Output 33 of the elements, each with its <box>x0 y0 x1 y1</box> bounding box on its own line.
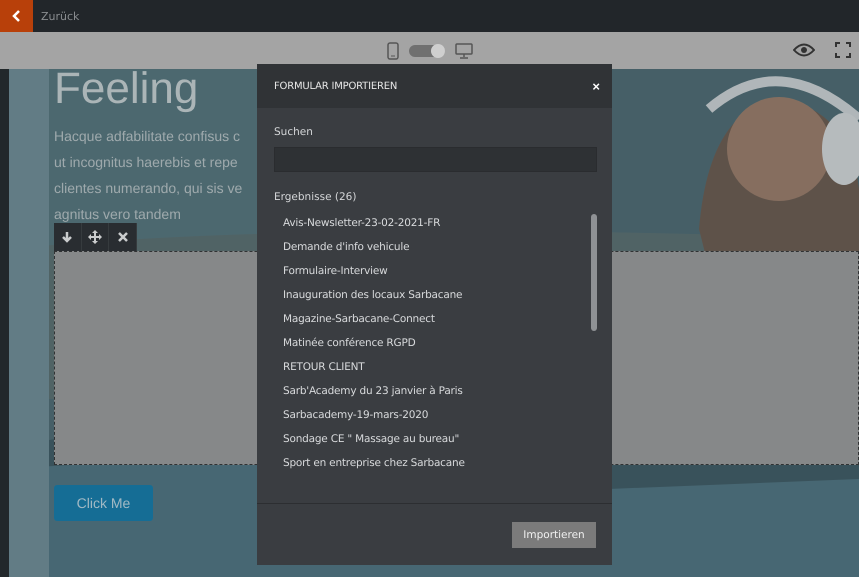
arrow-down-icon <box>61 231 74 243</box>
result-item[interactable]: Demande d'info vehicule <box>283 235 591 259</box>
paragraph-line: clientes numerando, qui sis ve <box>54 179 242 198</box>
chevron-left-icon <box>12 10 22 22</box>
result-item[interactable]: Sarbacademy-19-mars-2020 <box>283 403 591 427</box>
dialog-title: FORMULAR IMPORTIEREN <box>274 80 398 92</box>
result-item[interactable]: RETOUR CLIENT <box>283 355 591 379</box>
close-button[interactable]: × <box>592 78 600 94</box>
search-label: Suchen <box>274 126 314 138</box>
result-item[interactable]: Inauguration des locaux Sarbacane <box>283 283 591 307</box>
eye-icon[interactable] <box>793 43 815 57</box>
mobile-icon[interactable] <box>386 42 398 60</box>
results-label: Ergebnisse (26) <box>274 191 358 203</box>
result-item[interactable]: Matinée conférence RGPD <box>283 331 591 355</box>
back-link[interactable]: Zurück <box>41 10 80 22</box>
import-button[interactable]: Importieren <box>512 522 596 548</box>
view-toggle[interactable] <box>408 44 444 56</box>
result-item[interactable]: Formulaire-Interview <box>283 259 591 283</box>
result-item[interactable]: Magazine-Sarbacane-Connect <box>283 307 591 331</box>
heading: Feeling <box>54 69 198 113</box>
back-button[interactable] <box>0 0 33 32</box>
paragraph-line: Hacque adfabilitate confisus c <box>54 127 240 146</box>
result-item[interactable]: Avis-Newsletter-23-02-2021-FR <box>283 211 591 235</box>
desktop-icon[interactable] <box>454 42 472 58</box>
close-icon <box>118 232 128 242</box>
fullscreen-icon[interactable] <box>835 42 851 58</box>
result-item[interactable]: Sarb'Academy du 23 janvier à Paris <box>283 379 591 403</box>
move-icon <box>88 230 102 244</box>
paragraph-line: ut incognitus haerebis et repe <box>54 153 238 172</box>
result-item[interactable]: Sondage CE " Massage au bureau" <box>283 427 591 451</box>
scrollbar[interactable] <box>591 214 597 331</box>
result-item[interactable]: Sport en entreprise chez Sarbacane <box>283 451 591 475</box>
paragraph-line: agnitus vero tandem <box>54 205 181 224</box>
